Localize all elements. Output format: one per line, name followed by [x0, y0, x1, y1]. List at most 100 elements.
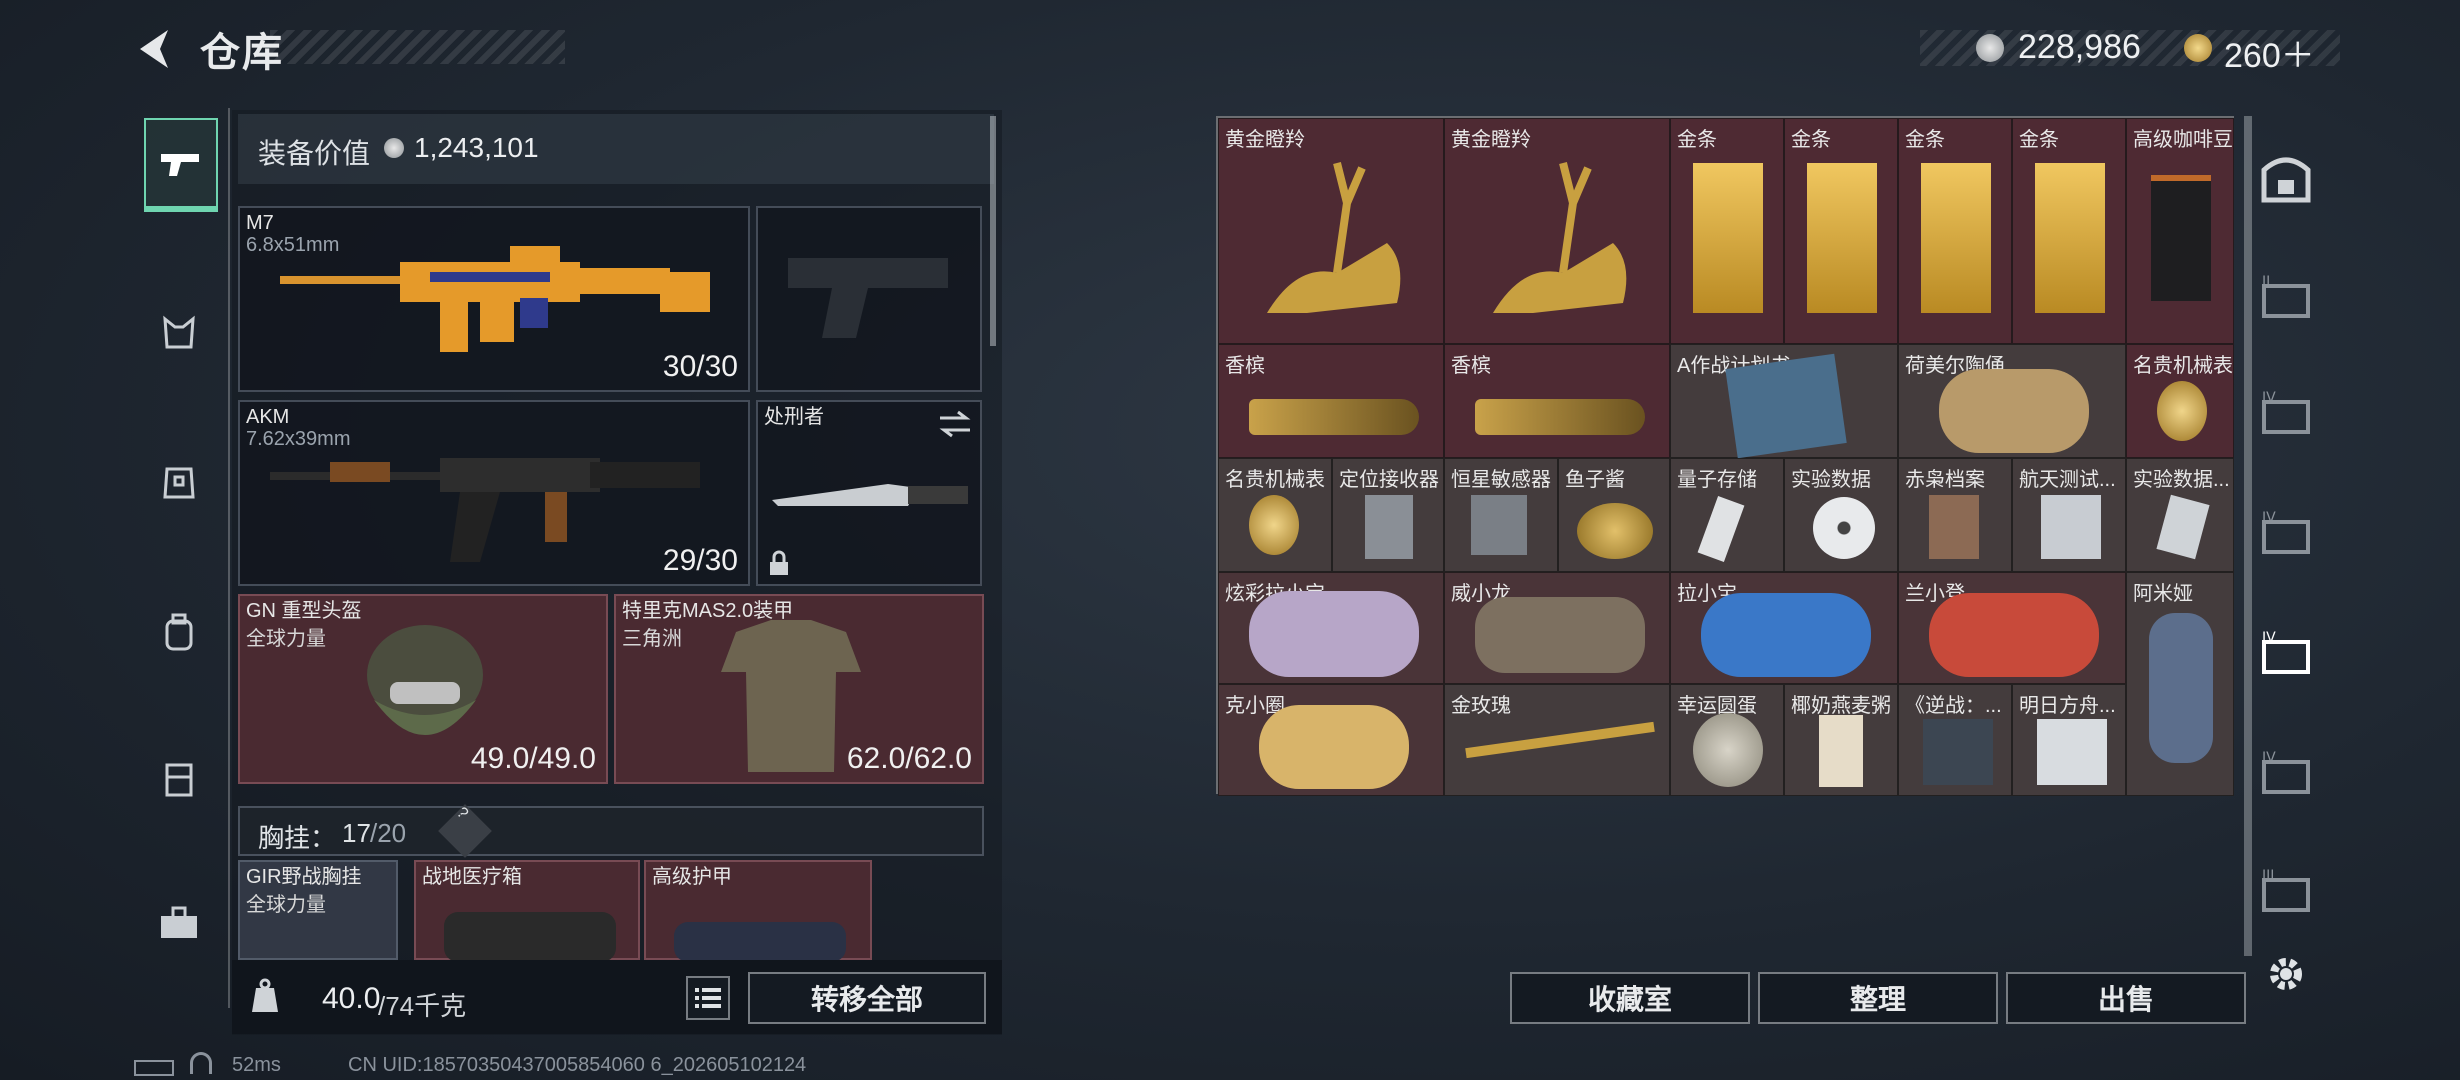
battery-icon: [134, 1060, 174, 1076]
medkit-name: 战地医疗箱: [422, 866, 522, 888]
champagne-icon: [1475, 399, 1645, 435]
data-drive-icon: [2156, 494, 2210, 560]
sort-button[interactable]: 整理: [1758, 972, 1998, 1024]
panel-scrollbar[interactable]: [990, 116, 996, 346]
stash-item[interactable]: 金玫瑰: [1444, 684, 1670, 796]
category-rail: [132, 108, 230, 1008]
stash-item[interactable]: 《逆战：...: [1898, 684, 2012, 796]
pistol-placeholder-icon: [788, 258, 948, 338]
list-view-button[interactable]: [686, 976, 730, 1020]
back-arrow-icon[interactable]: [132, 26, 172, 72]
gold-amount: 260＋: [2224, 37, 2315, 75]
tab-armor[interactable]: [144, 438, 214, 528]
svg-text:IV: IV: [2262, 510, 2276, 526]
rig-slot[interactable]: GIR野战胸挂 全球力量: [238, 860, 398, 960]
tier-IV-case-icon[interactable]: IV: [2258, 748, 2314, 804]
svg-text:III: III: [2262, 868, 2274, 884]
stash-item[interactable]: 椰奶燕麦粥: [1784, 684, 1898, 796]
tier-IV-case-icon[interactable]: IV: [2258, 508, 2314, 564]
stash-item[interactable]: 金条: [1898, 118, 2012, 344]
stash-item[interactable]: 荷美尔陶俑: [1898, 344, 2126, 458]
tab-case[interactable]: [144, 734, 214, 824]
stash-item[interactable]: 赤枭档案: [1898, 458, 2012, 572]
medkit-icon: [444, 912, 616, 962]
stash-item[interactable]: 高级咖啡豆: [2126, 118, 2234, 344]
safe-box-icon[interactable]: [2258, 150, 2314, 206]
stash-item[interactable]: 名贵机械表: [1218, 458, 1332, 572]
vest-icon: [163, 315, 195, 349]
stash-item[interactable]: 炫彩拉小宝: [1218, 572, 1444, 684]
toy-figure-icon: [1259, 705, 1409, 789]
weapon-name: M7: [246, 212, 274, 234]
stash-scrollbar[interactable]: [2244, 116, 2252, 956]
tab-toolbox[interactable]: [144, 878, 214, 968]
help-icon[interactable]: ?: [438, 804, 492, 858]
figurine-icon: [1939, 369, 2089, 453]
svg-text:IV: IV: [2262, 750, 2276, 766]
stash-item[interactable]: 金条: [2012, 118, 2126, 344]
tab-weapons[interactable]: [144, 118, 218, 212]
body-armor-slot[interactable]: 特里克MAS2.0装甲 三角洲 62.0/62.0: [614, 594, 984, 784]
stash-item[interactable]: 克小圈: [1218, 684, 1444, 796]
gold-bar-icon: [2035, 163, 2105, 313]
stash-item[interactable]: 香槟: [1444, 344, 1670, 458]
stash-item[interactable]: 定位接收器: [1332, 458, 1444, 572]
akm-rifle-icon: [270, 458, 700, 562]
stash-item[interactable]: 黄金瞪羚: [1218, 118, 1444, 344]
gear-icon[interactable]: [2264, 952, 2308, 996]
gold-bar-icon: [1921, 163, 1991, 313]
game-box-icon: [2037, 719, 2107, 785]
tier-IV-case-selected-icon[interactable]: IV: [2258, 628, 2314, 684]
stash-item[interactable]: 明日方舟...: [2012, 684, 2126, 796]
stash-item[interactable]: 金条: [1670, 118, 1784, 344]
stash-item[interactable]: 阿米娅: [2126, 572, 2234, 796]
armor2-slot[interactable]: 高级护甲: [644, 860, 872, 962]
helmet-name: GN 重型头盔: [246, 600, 362, 622]
stash-item[interactable]: 拉小宝: [1670, 572, 1898, 684]
stash-item[interactable]: 名贵机械表: [2126, 344, 2234, 458]
helmet-slot[interactable]: GN 重型头盔 全球力量 49.0/49.0: [238, 594, 608, 784]
gold-gazelle-icon: [1493, 162, 1627, 313]
stash-item[interactable]: 恒星敏感器: [1444, 458, 1558, 572]
primary-weapon-slot[interactable]: M7 6.8x51mm 30/30: [238, 206, 750, 392]
dragon-figure-icon: [1475, 597, 1645, 673]
secondary-weapon-slot[interactable]: AKM 7.62x39mm 29/30: [238, 400, 750, 586]
tier-III-case-icon[interactable]: III: [2258, 866, 2314, 922]
armor-icon: [163, 467, 195, 499]
stash-item[interactable]: A作战计划书: [1670, 344, 1898, 459]
armor-durability: 62.0/62.0: [846, 742, 972, 775]
equipment-value-label: 装备价值: [258, 138, 371, 169]
pistol-slot-empty[interactable]: [756, 206, 982, 392]
gold-gazelle-icon: [1267, 162, 1401, 313]
stash-item[interactable]: 香槟: [1218, 344, 1444, 458]
helmet-faction: 全球力量: [246, 628, 326, 650]
tier-II-case-icon[interactable]: II: [2258, 272, 2314, 328]
armor-bag-icon: [674, 922, 846, 962]
equipment-value: 1,243,101: [414, 132, 539, 163]
caviar-tin-icon: [1577, 503, 1653, 559]
stash-item[interactable]: 鱼子酱: [1558, 458, 1670, 572]
svg-text:IV: IV: [2262, 630, 2276, 646]
stash-item[interactable]: 兰小登: [1898, 572, 2126, 684]
stash-item[interactable]: 黄金瞪羚: [1444, 118, 1670, 344]
stash-item[interactable]: 实验数据...: [2126, 458, 2234, 572]
stash-item[interactable]: 威小龙: [1444, 572, 1670, 684]
sell-button[interactable]: 出售: [2006, 972, 2246, 1024]
medkit-slot[interactable]: 战地医疗箱: [414, 860, 640, 962]
tab-backpack[interactable]: [144, 588, 214, 678]
stash-item[interactable]: 幸运圆蛋: [1670, 684, 1784, 796]
stash-item[interactable]: 实验数据: [1784, 458, 1898, 572]
collection-room-button[interactable]: 收藏室: [1510, 972, 1750, 1024]
melee-slot[interactable]: 处刑者: [756, 400, 982, 586]
stash-item[interactable]: 航天测试...: [2012, 458, 2126, 572]
svg-text:II: II: [2262, 274, 2270, 290]
file-icon: [1929, 495, 1979, 559]
tab-vest[interactable]: [144, 288, 214, 378]
stash-item[interactable]: 金条: [1784, 118, 1898, 344]
chest-rig-total: /20: [370, 818, 407, 848]
stash-item[interactable]: 量子存储: [1670, 458, 1784, 572]
tier-IV-case-icon[interactable]: IV: [2258, 388, 2314, 444]
transfer-all-button[interactable]: 转移全部: [748, 972, 986, 1024]
chest-rig-label: 胸挂：: [258, 823, 337, 853]
swap-icon[interactable]: [938, 410, 972, 438]
